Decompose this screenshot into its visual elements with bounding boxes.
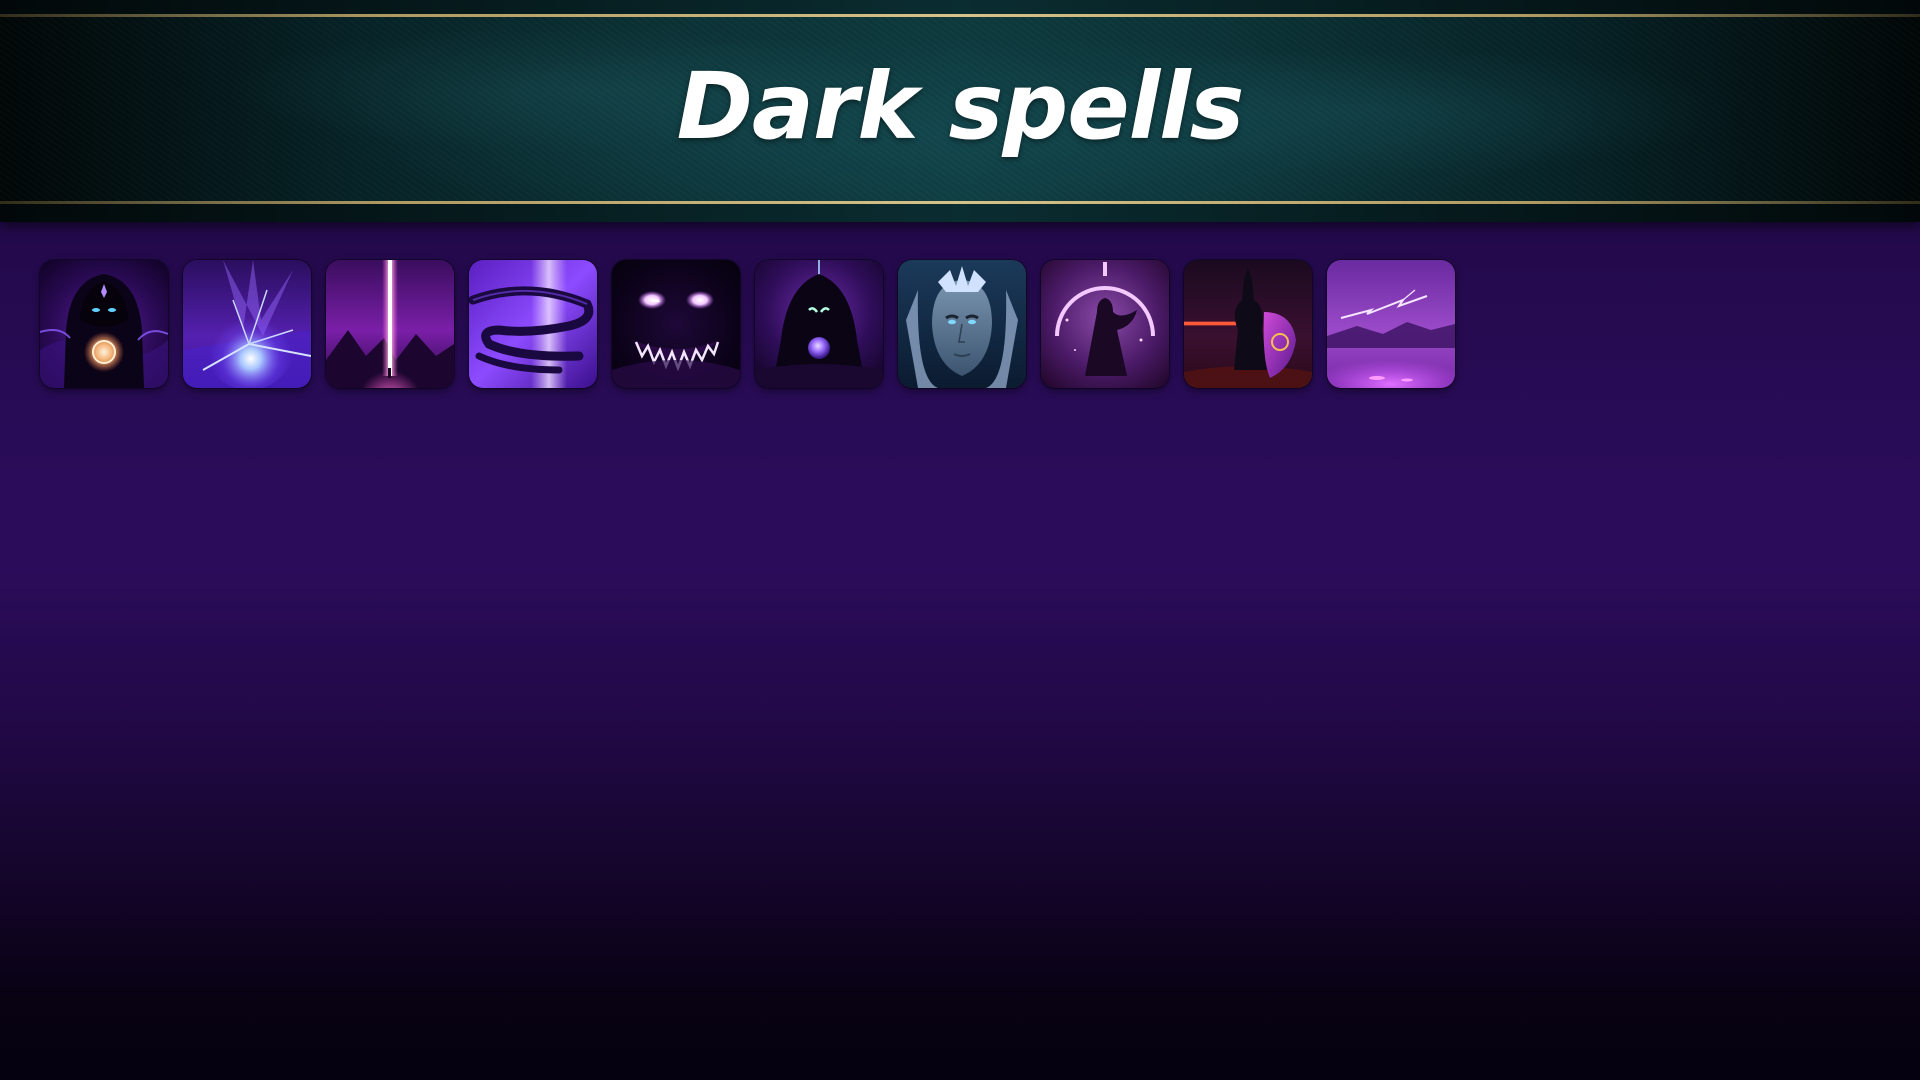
spell-slot-8[interactable] xyxy=(1041,260,1169,388)
spell-slot-2[interactable] xyxy=(183,260,311,388)
spell-slot-1[interactable] xyxy=(40,260,168,388)
banner-bottom-edge xyxy=(0,204,1920,222)
dark-knight-with-shield-icon xyxy=(1184,260,1312,388)
spell-slot-10[interactable] xyxy=(1327,260,1455,388)
spell-slot-7[interactable] xyxy=(898,260,1026,388)
title-banner: Dark spells xyxy=(0,0,1920,222)
shadow-serpent-swirl-icon xyxy=(469,260,597,388)
cloaked-figure-in-arch-icon xyxy=(1041,260,1169,388)
spell-list xyxy=(40,260,1455,388)
page-title: Dark spells xyxy=(676,53,1245,160)
spell-slot-6[interactable] xyxy=(755,260,883,388)
lightning-over-purple-lake-icon xyxy=(1327,260,1455,388)
spell-slot-3[interactable] xyxy=(326,260,454,388)
banner-gold-trim-top xyxy=(0,14,1920,17)
arcane-crystal-blast-icon xyxy=(183,260,311,388)
spell-slot-5[interactable] xyxy=(612,260,740,388)
spell-slot-9[interactable] xyxy=(1184,260,1312,388)
hooded-sorcerer-with-glowing-orb-icon xyxy=(40,260,168,388)
spell-slot-4[interactable] xyxy=(469,260,597,388)
glowing-eyed-warrior-portrait-icon xyxy=(898,260,1026,388)
purple-light-beam-icon xyxy=(326,260,454,388)
game-screen: Dark spells xyxy=(0,0,1920,1080)
banner-top-edge xyxy=(0,0,1920,14)
hooded-figure-with-orb-icon xyxy=(755,260,883,388)
grinning-shadow-demon-icon xyxy=(612,260,740,388)
